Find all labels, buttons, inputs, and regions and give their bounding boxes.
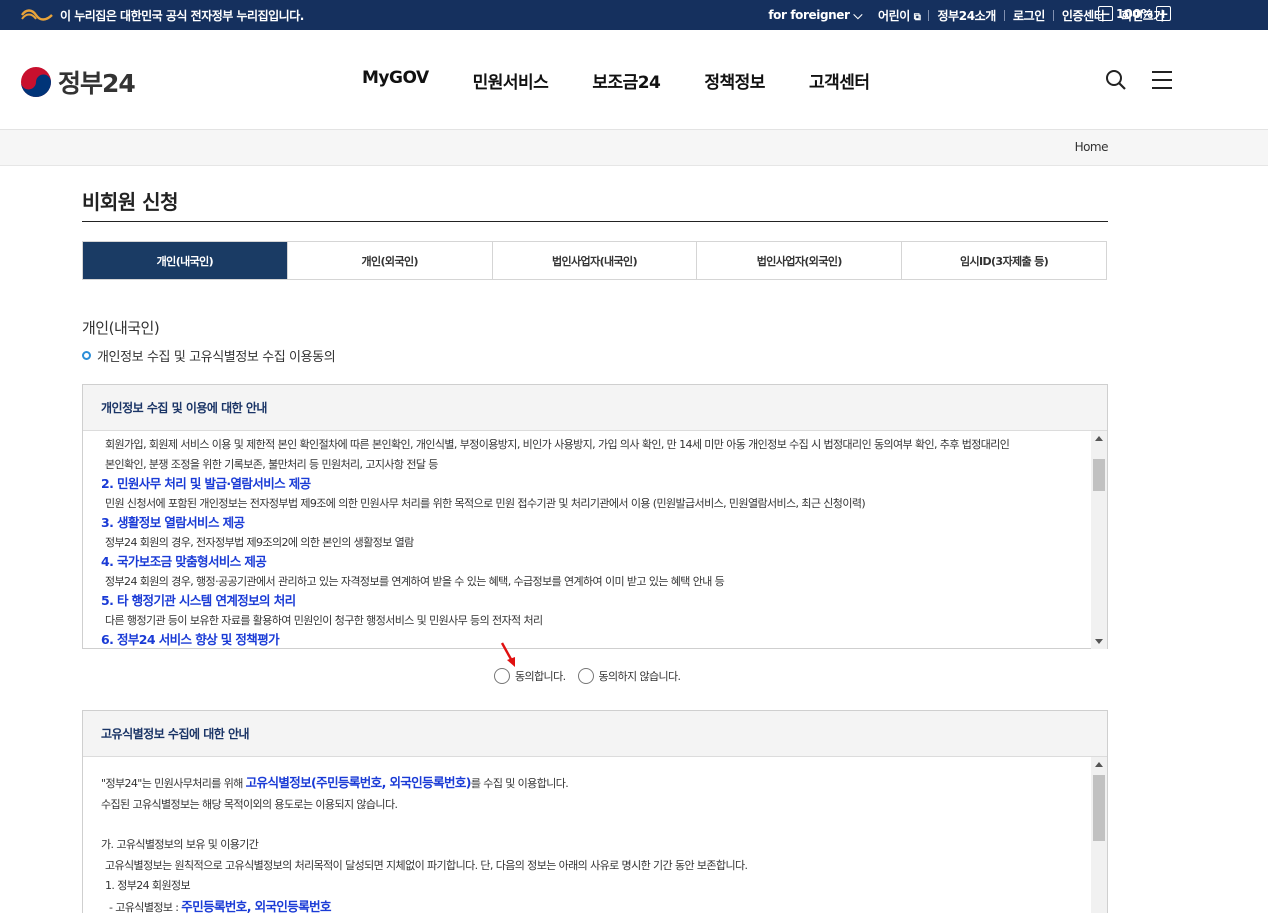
- privacy-item-title: 3. 생활정보 열람서비스 제공: [101, 515, 245, 530]
- scroll-up-arrow-icon[interactable]: [1095, 436, 1103, 441]
- consent-heading-text: 개인정보 수집 및 고유식별정보 수집 이용동의: [97, 350, 336, 365]
- external-link-icon: ⧉: [913, 11, 921, 23]
- privacy-item-title: 6. 정부24 서비스 향상 및 정책평가: [101, 632, 280, 647]
- disagree-label: 동의하지 않습니다.: [598, 670, 682, 683]
- tab-corporate-foreign[interactable]: 법인사업자(외국인): [696, 242, 902, 279]
- tab-individual-foreign[interactable]: 개인(외국인): [286, 242, 492, 279]
- breadcrumb-home[interactable]: Home: [1075, 140, 1109, 154]
- scroll-thumb[interactable]: [1093, 775, 1105, 841]
- chevron-down-icon: ⌵: [853, 7, 863, 22]
- privacy-item-title: 4. 국가보조금 맞춤형서비스 제공: [101, 554, 267, 569]
- scroll-up-arrow-icon[interactable]: [1095, 762, 1103, 767]
- egov-symbol-icon: [21, 9, 53, 21]
- privacy-item-desc: 본인확인, 분쟁 조정을 위한 기록보존, 불만처리 등 민원처리, 고지사항 …: [105, 457, 438, 471]
- unique-id-notice-content[interactable]: "정부24"는 민원사무처리를 위해 고유식별정보(주민등록번호, 외국인등록번…: [83, 757, 1107, 913]
- zoom-in-button[interactable]: +: [1156, 6, 1172, 21]
- privacy-item-desc: 정부24 회원의 경우, 행정·공공기관에서 관리하고 있는 자격정보를 연계하…: [105, 574, 725, 588]
- about-gov24-link[interactable]: 정부24소개: [929, 7, 1003, 24]
- privacy-item-desc: 민원 신청서에 포함된 개인정보는 전자정부법 제9조에 의한 민원사무 처리를…: [105, 496, 866, 510]
- consent-heading: 개인정보 수집 및 고유식별정보 수집 이용동의: [82, 346, 336, 365]
- privacy-item-title: 2. 민원사무 처리 및 발급·열람서비스 제공: [101, 476, 311, 491]
- text-line: "정부24"는 민원사무처리를 위해 고유식별정보(주민등록번호, 외국인등록번…: [101, 775, 569, 790]
- tab-temporary-id[interactable]: 임시ID(3자제출 등): [901, 242, 1106, 279]
- privacy-item-desc: 회원가입, 회원제 서비스 이용 및 제한적 본인 확인절차에 따른 본인확인,…: [105, 438, 1010, 451]
- taegeuk-icon: [21, 67, 51, 97]
- nav-civil-services[interactable]: 민원서비스: [451, 68, 571, 93]
- kids-link[interactable]: 어린이 ⧉: [870, 7, 928, 24]
- login-link[interactable]: 로그인: [1005, 7, 1053, 24]
- privacy-item-desc: 정부24 회원의 경우, 전자정부법 제9조의2에 의한 본인의 생활정보 열람: [105, 535, 414, 549]
- official-site-notice: 이 누리집은 대한민국 공식 전자정부 누리집입니다.: [60, 9, 304, 23]
- text-line: 수집된 고유식별정보는 해당 목적이외의 용도로는 이용되지 않습니다.: [101, 797, 398, 811]
- disagree-radio-circle[interactable]: [577, 668, 594, 684]
- privacy-notice-heading: 개인정보 수집 및 이용에 대한 안내: [83, 385, 1107, 431]
- zoom-out-button[interactable]: −: [1098, 6, 1113, 21]
- privacy-scrollbar[interactable]: [1091, 431, 1107, 649]
- privacy-item-desc: 다른 행정기관 등이 보유한 자료를 활용하여 민원인이 청구한 행정서비스 및…: [105, 613, 543, 627]
- hamburger-menu-icon[interactable]: [1150, 68, 1174, 92]
- text-line: 가. 고유식별정보의 보유 및 이용기간: [101, 838, 259, 851]
- main-nav: MyGOV 민원서비스 보조금24 정책정보 고객센터: [340, 68, 892, 93]
- zoom-control: − 100% +: [1098, 6, 1172, 21]
- section-label: 개인(내국인): [82, 319, 160, 337]
- privacy-notice-content[interactable]: 회원가입, 회원제 서비스 이용 및 제한적 본인 확인절차에 따른 본인확인,…: [83, 431, 1107, 649]
- header-actions: [1104, 68, 1174, 92]
- unique-id-notice-heading: 고유식별정보 수집에 대한 안내: [83, 711, 1107, 757]
- breadcrumb: Home: [0, 130, 1268, 166]
- unique-id-notice-box: 고유식별정보 수집에 대한 안내 "정부24"는 민원사무처리를 위해 고유식별…: [82, 710, 1108, 913]
- nav-mygov[interactable]: MyGOV: [340, 68, 451, 93]
- red-arrow-icon: [500, 642, 515, 667]
- agree-radio[interactable]: 동의합니다.: [494, 668, 566, 684]
- for-foreigner-link[interactable]: for foreigner ⌵: [760, 8, 870, 23]
- top-notice-bar: 이 누리집은 대한민국 공식 전자정부 누리집입니다. for foreigne…: [0, 0, 1268, 30]
- page-title: 비회원 신청: [82, 190, 178, 214]
- search-icon[interactable]: [1104, 68, 1128, 92]
- nav-subsidy24[interactable]: 보조금24: [570, 68, 682, 93]
- text-line: 1. 정부24 회원정보: [105, 879, 191, 892]
- text-line: - 고유식별정보 : 주민등록번호, 외국인등록번호: [109, 898, 332, 913]
- disagree-radio[interactable]: 동의하지 않습니다.: [577, 668, 682, 684]
- tab-individual-domestic[interactable]: 개인(내국인): [83, 242, 287, 279]
- scroll-down-arrow-icon[interactable]: [1095, 639, 1103, 644]
- gov24-logo[interactable]: 정부24: [20, 64, 136, 100]
- bullet-circle-icon: [82, 351, 91, 360]
- unique-id-scrollbar[interactable]: [1091, 757, 1107, 913]
- consent-radio-group: 동의합니다. 동의하지 않습니다.: [494, 668, 682, 684]
- privacy-notice-box: 개인정보 수집 및 이용에 대한 안내 회원가입, 회원제 서비스 이용 및 제…: [82, 384, 1108, 649]
- scroll-thumb[interactable]: [1093, 459, 1105, 491]
- zoom-level: 100%: [1116, 6, 1154, 21]
- text-line: 고유식별정보는 원칙적으로 고유식별정보의 처리목적이 달성되면 지체없이 파기…: [105, 858, 748, 872]
- nav-policy-info[interactable]: 정책정보: [682, 68, 787, 93]
- agree-radio-circle[interactable]: [494, 668, 510, 684]
- site-header: 정부24 MyGOV 민원서비스 보조금24 정책정보 고객센터: [0, 30, 1268, 130]
- privacy-item-title: 5. 타 행정기관 시스템 연계정보의 처리: [101, 593, 296, 608]
- agree-label: 동의합니다.: [515, 670, 566, 683]
- title-divider: [82, 221, 1108, 222]
- nav-customer-center[interactable]: 고객센터: [787, 68, 892, 93]
- applicant-type-tabs: 개인(내국인) 개인(외국인) 법인사업자(내국인) 법인사업자(외국인) 임시…: [82, 241, 1107, 280]
- logo-text: 정부24: [58, 69, 136, 98]
- tab-corporate-domestic[interactable]: 법인사업자(내국인): [491, 242, 697, 279]
